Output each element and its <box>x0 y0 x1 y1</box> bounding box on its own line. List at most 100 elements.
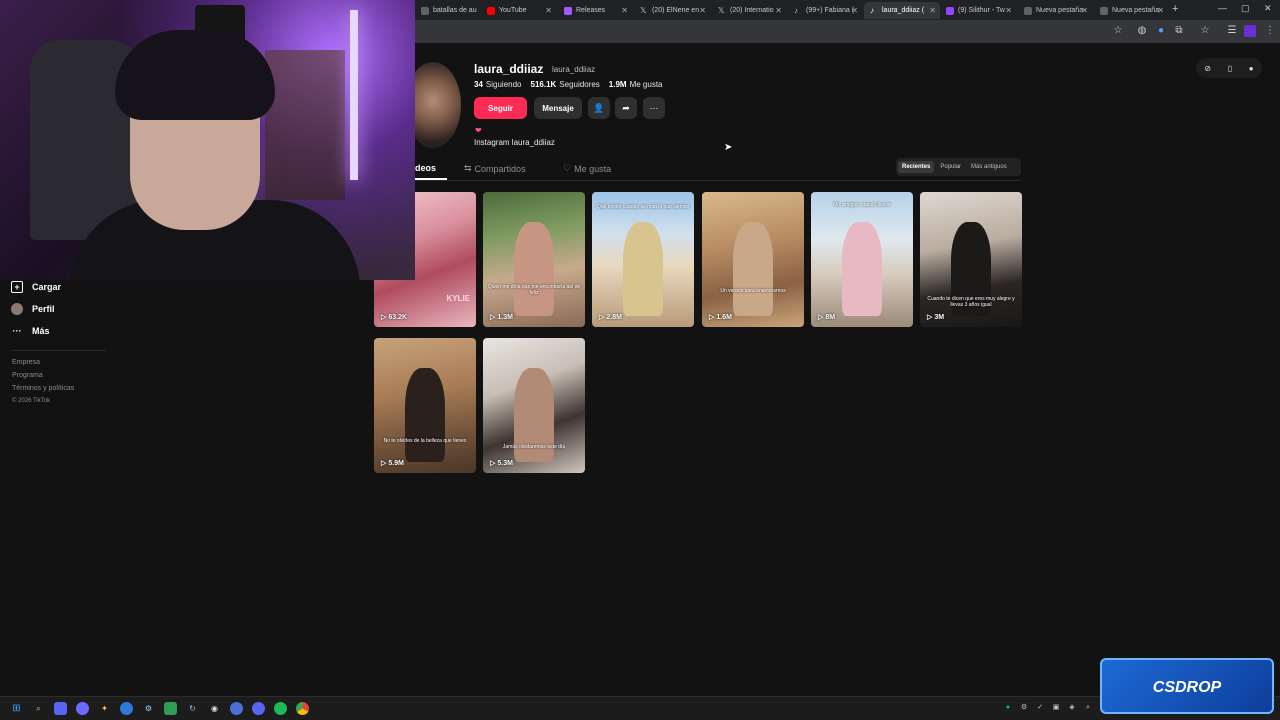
close-icon[interactable]: ✕ <box>1005 6 1012 15</box>
message-button[interactable]: Mensaje <box>534 97 582 119</box>
video-thumbnail[interactable]: Cuando te dicen que eres muy alegre y ll… <box>920 192 1022 327</box>
sort-option-oldest[interactable]: Más antiguos <box>967 161 1011 173</box>
play-icon: ▷ <box>381 460 387 467</box>
bookmarks-icon[interactable]: ☆ <box>1199 25 1211 37</box>
tray-steam-icon[interactable]: ⚙ <box>1019 703 1029 713</box>
app-icon[interactable] <box>164 702 177 715</box>
app-icon[interactable]: ✦ <box>98 702 111 715</box>
more-options-button[interactable]: ··· <box>643 97 665 119</box>
browser-tab[interactable]: Releases ✕ <box>558 2 632 19</box>
close-icon[interactable]: ✕ <box>699 6 706 15</box>
search-icon[interactable]: ⌕ <box>32 702 45 715</box>
bookmark-star-icon[interactable]: ☆ <box>1112 25 1124 37</box>
x-icon: 𝕏 <box>718 5 725 15</box>
app-icon[interactable] <box>230 702 243 715</box>
tab-title: laura_ddiiaz ( <box>882 7 925 14</box>
chrome-icon[interactable] <box>296 702 309 715</box>
compass-icon[interactable]: ⊘ <box>1204 64 1211 73</box>
close-icon[interactable]: ✕ <box>1157 6 1164 15</box>
video-thumbnail[interactable]: Qué bonito cuando se nota lo que sientes… <box>592 192 694 327</box>
tray-spotify-icon[interactable]: ● <box>1003 703 1013 713</box>
video-caption: Jamás olvidaremos este día <box>502 444 566 450</box>
close-icon[interactable]: ✕ <box>775 6 782 15</box>
video-thumbnail[interactable]: No te olvides de la belleza que tienes ▷… <box>374 338 476 473</box>
follow-button[interactable]: Seguir <box>474 97 527 119</box>
following-count: 34 <box>474 80 483 89</box>
browser-tab[interactable]: 𝕏 (20) Internatio ✕ <box>712 2 786 19</box>
following-stat[interactable]: 34 Siguiendo <box>474 80 522 89</box>
extensions-puzzle-icon[interactable]: ⧉ <box>1173 25 1185 37</box>
sidebar-item-upload[interactable]: + Cargar <box>11 281 61 293</box>
maximize-button[interactable]: ▢ <box>1241 3 1250 14</box>
user-avatar-icon[interactable]: ● <box>1249 64 1254 73</box>
new-tab-button[interactable]: + <box>1172 3 1178 15</box>
obs-icon[interactable]: ◉ <box>208 702 221 715</box>
tab-title: (20) Internatio <box>730 7 774 14</box>
device-icon[interactable]: ▯ <box>1228 64 1232 73</box>
play-icon: ▷ <box>490 314 496 321</box>
shelf <box>265 50 345 200</box>
video-thumbnail[interactable]: Un verano para enamorarnos ▷ 1.6M <box>702 192 804 327</box>
windows-start-icon[interactable]: ⊞ <box>10 702 23 715</box>
app-icon[interactable] <box>120 702 133 715</box>
discord-icon[interactable] <box>252 702 265 715</box>
close-icon[interactable]: ✕ <box>545 6 552 15</box>
footer-link-empresa[interactable]: Empresa <box>12 359 40 366</box>
menu-icon[interactable]: ⋮ <box>1264 25 1276 37</box>
close-icon[interactable]: ✕ <box>1081 6 1088 15</box>
app-icon[interactable] <box>76 702 89 715</box>
extension-icon[interactable]: ● <box>1155 25 1167 37</box>
tray-app-icon[interactable]: ◈ <box>1067 703 1077 713</box>
tray-app-icon[interactable]: ▣ <box>1051 703 1061 713</box>
app-icon[interactable] <box>54 702 67 715</box>
app-icon[interactable]: ↻ <box>186 702 199 715</box>
browser-tab[interactable]: Nueva pestaña ✕ <box>1094 2 1168 19</box>
extension-icon[interactable]: ◍ <box>1136 25 1148 37</box>
tab-shared[interactable]: ⇆ Compartidos <box>464 163 526 174</box>
browser-tab[interactable]: YouTube ✕ <box>481 2 556 19</box>
tab-search-icon[interactable]: ☰ <box>1226 25 1238 37</box>
close-icon[interactable]: ✕ <box>929 6 936 15</box>
tab-liked[interactable]: ♡ Me gusta <box>563 163 611 174</box>
tray-search-icon[interactable]: ⌕ <box>1083 703 1093 713</box>
sort-option-recent[interactable]: Recientes <box>898 161 935 173</box>
add-friend-button[interactable]: 👤 <box>588 97 610 119</box>
tray-app-icon[interactable]: ✓ <box>1035 703 1045 713</box>
sort-option-popular[interactable]: Popular <box>936 161 965 173</box>
sidebar-item-more[interactable]: ··· Más <box>11 325 50 337</box>
steam-icon[interactable]: ⚙ <box>142 702 155 715</box>
footer-link-programa[interactable]: Programa <box>12 372 43 379</box>
divider <box>11 350 106 351</box>
play-icon: ▷ <box>599 314 605 321</box>
tab-favicon-icon <box>1100 6 1108 15</box>
close-window-button[interactable]: ✕ <box>1264 3 1272 14</box>
twitch-icon <box>946 6 954 15</box>
browser-tab[interactable]: (9) Silithur - Tw ✕ <box>940 2 1016 19</box>
led-light <box>350 10 358 180</box>
tab-title: (20) ElNene en <box>652 7 700 14</box>
footer-link-terms[interactable]: Términos y políticas <box>12 385 74 392</box>
profile-icon[interactable] <box>1244 25 1256 37</box>
play-icon: ▷ <box>490 460 496 467</box>
video-thumbnail[interactable]: Jamás olvidaremos este día ▷ 5.3M <box>483 338 585 473</box>
minimize-button[interactable]: — <box>1218 3 1227 13</box>
view-count: ▷ 1.3M <box>490 313 513 322</box>
browser-tab[interactable]: 𝕏 (20) ElNene en ✕ <box>634 2 710 19</box>
mouse-cursor-icon: ➤ <box>724 142 733 153</box>
sidebar-item-profile[interactable]: Perfil <box>11 303 55 315</box>
close-icon[interactable]: ✕ <box>621 6 628 15</box>
browser-tab[interactable]: ♪ (99+) Fabiana ( ✕ <box>788 2 862 19</box>
video-figure <box>404 367 446 463</box>
spotify-icon[interactable] <box>274 702 287 715</box>
video-thumbnail[interactable]: Mis amigas cuando llueve ▷ 8M <box>811 192 913 327</box>
tab-videos[interactable]: deos <box>415 163 436 173</box>
followers-stat[interactable]: 516.1K Seguidores <box>531 80 600 89</box>
browser-tab[interactable]: Nueva pestaña ✕ <box>1018 2 1092 19</box>
tab-title: batallas de au <box>433 7 477 14</box>
browser-tab-active[interactable]: ♪ laura_ddiiaz ( ✕ <box>864 2 940 19</box>
browser-tab[interactable]: batallas de au <box>415 2 485 19</box>
share-button[interactable]: ➦ <box>615 97 637 119</box>
close-icon[interactable]: ✕ <box>851 6 858 15</box>
csdrop-logo-text: CSDROP <box>1153 679 1222 696</box>
video-thumbnail[interactable]: Quién me diría que me encontraría así de… <box>483 192 585 327</box>
